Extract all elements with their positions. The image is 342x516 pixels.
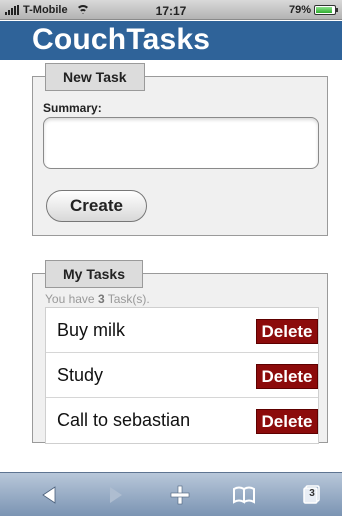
my-tasks-legend: My Tasks	[45, 260, 143, 288]
summary-input[interactable]	[43, 117, 319, 169]
app-title: CouchTasks	[32, 23, 211, 56]
task-count-text: You have 3 Task(s).	[45, 292, 150, 306]
summary-label: Summary:	[43, 101, 102, 115]
task-name: Call to sebastian	[57, 410, 191, 430]
task-count: 3	[97, 292, 105, 306]
delete-button[interactable]: Delete	[256, 319, 318, 344]
task-row[interactable]: Buy milk Delete	[46, 308, 318, 353]
status-bar: T-Mobile 17:17 79%	[0, 0, 342, 20]
pages-icon[interactable]: 3	[296, 481, 328, 509]
task-name: Buy milk	[57, 320, 126, 340]
battery-icon	[314, 5, 338, 15]
task-count-suffix: Task(s).	[104, 292, 150, 306]
task-row[interactable]: Call to sebastian Delete	[46, 398, 318, 443]
app-header: CouchTasks	[0, 21, 342, 60]
battery-fill	[316, 7, 332, 13]
new-task-panel: New Task Summary: Create	[32, 63, 328, 236]
task-name: Study	[57, 365, 104, 385]
create-button[interactable]: Create	[46, 190, 147, 222]
battery-percent: 79%	[288, 4, 311, 16]
task-row[interactable]: Study Delete	[46, 353, 318, 398]
browser-toolbar: 3	[0, 472, 342, 516]
back-arrow-icon[interactable]	[34, 481, 66, 509]
delete-button[interactable]: Delete	[256, 409, 318, 434]
task-count-prefix: You have	[45, 292, 98, 306]
add-bookmark-icon[interactable]	[164, 481, 196, 509]
new-task-legend: New Task	[45, 63, 145, 91]
my-tasks-panel: My Tasks You have 3 Task(s). Buy milk De…	[32, 260, 328, 444]
bookmarks-icon[interactable]	[228, 481, 260, 509]
task-list: Buy milk Delete Study Delete Call to seb…	[45, 307, 319, 444]
pages-count: 3	[309, 488, 315, 499]
delete-button[interactable]: Delete	[256, 364, 318, 389]
forward-arrow-icon[interactable]	[100, 481, 132, 509]
